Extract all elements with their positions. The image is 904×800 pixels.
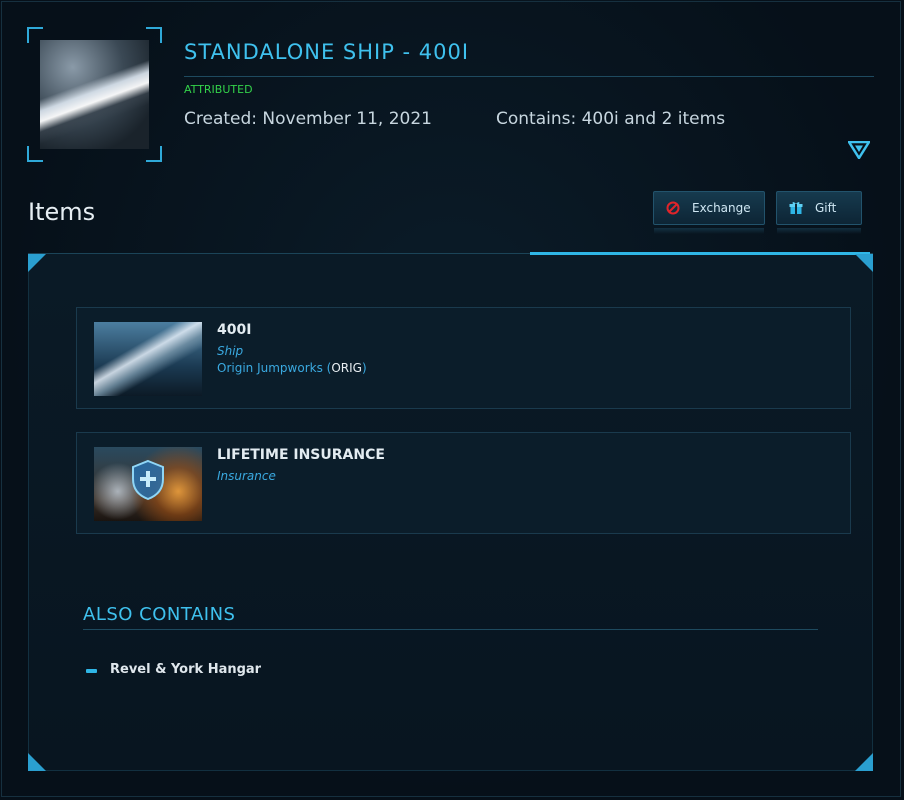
insurance-thumbnail (94, 447, 202, 521)
panel-corner-decoration (28, 753, 46, 771)
gift-box-icon (789, 201, 803, 215)
list-item: 400I Ship Origin Jumpworks (ORIG) (76, 307, 851, 409)
manufacturer-name: Origin Jumpworks ( (217, 361, 332, 375)
shield-icon (132, 459, 164, 501)
item-name: LIFETIME INSURANCE (217, 447, 385, 463)
manufacturer-close: ) (361, 361, 367, 375)
items-heading: Items (28, 198, 96, 226)
also-contains-label: Revel & York Hangar (110, 662, 262, 677)
pledge-thumbnail-frame (27, 27, 162, 162)
ship-thumbnail (94, 322, 202, 396)
prohibited-icon (666, 201, 680, 215)
list-item: LIFETIME INSURANCE Insurance (76, 432, 851, 534)
item-type: Ship (217, 344, 244, 358)
contains-summary: Contains: 400i and 2 items (496, 109, 726, 129)
gift-label: Gift (815, 201, 837, 215)
panel-corner-decoration (855, 753, 873, 771)
panel-corner-decoration (855, 254, 873, 272)
triangle-down-icon[interactable] (846, 140, 872, 161)
pledge-thumbnail-image (40, 40, 149, 149)
dash-bullet-icon (86, 669, 97, 673)
panel-accent-bar (530, 252, 870, 255)
also-contains-title: ALSO CONTAINS (83, 604, 236, 625)
attributed-status: ATTRIBUTED (184, 83, 253, 96)
item-manufacturer: Origin Jumpworks (ORIG) (217, 361, 367, 375)
pledge-title: STANDALONE SHIP - 400I (184, 40, 470, 64)
manufacturer-code: ORIG (331, 361, 362, 375)
panel-corner-decoration (28, 254, 46, 272)
exchange-label: Exchange (692, 201, 751, 215)
item-name: 400I (217, 322, 252, 338)
created-date: Created: November 11, 2021 (184, 109, 432, 129)
title-divider (184, 76, 874, 77)
gift-button[interactable]: Gift (776, 191, 862, 234)
exchange-button[interactable]: Exchange (653, 191, 765, 234)
item-type: Insurance (217, 469, 276, 483)
also-contains-divider (83, 629, 818, 630)
